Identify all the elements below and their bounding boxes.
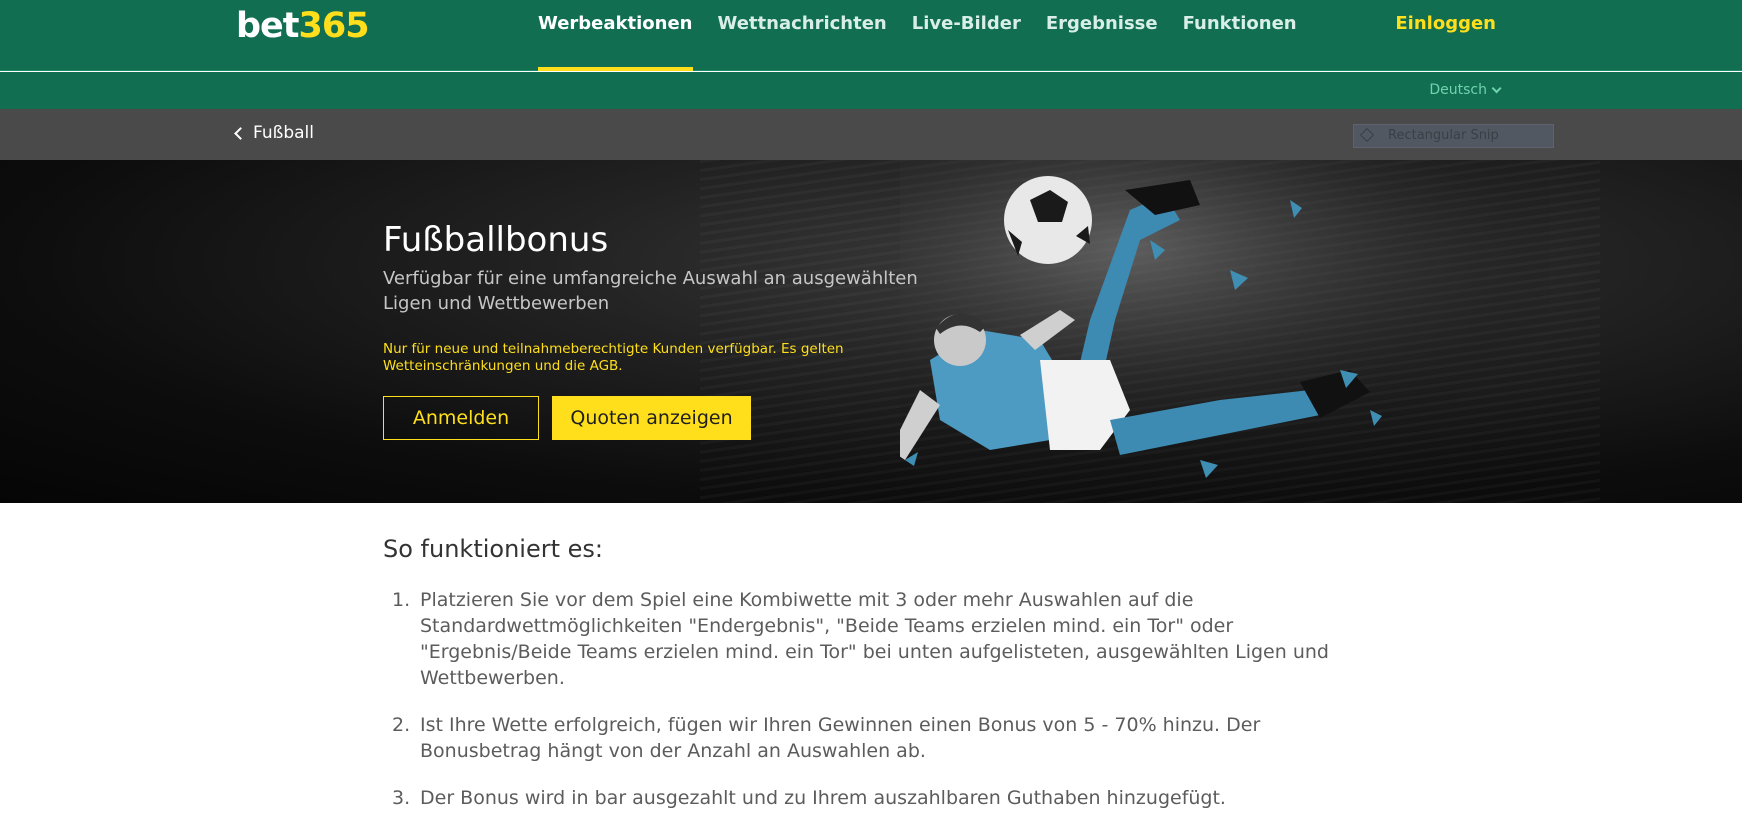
snip-icon (1359, 127, 1375, 143)
breadcrumb-back-link[interactable]: Fußball (234, 123, 314, 143)
register-button[interactable]: Anmelden (383, 396, 539, 440)
language-label: Deutsch (1429, 82, 1487, 98)
language-selector[interactable]: Deutsch (1429, 82, 1502, 98)
nav-wettnachrichten[interactable]: Wettnachrichten (718, 0, 887, 71)
step-text: Ist Ihre Wette erfolgreich, fügen wir Ih… (420, 714, 1261, 762)
bet365-logo[interactable]: bet365 (236, 6, 370, 46)
snip-label: Rectangular Snip (1388, 128, 1499, 143)
nav-funktionen[interactable]: Funktionen (1183, 0, 1297, 71)
list-item: 3. Der Bonus wird in bar ausgezahlt und … (383, 785, 1343, 811)
list-item: 2. Ist Ihre Wette erfolgreich, fügen wir… (383, 712, 1343, 764)
steps-list: 1. Platzieren Sie vor dem Spiel eine Kom… (383, 587, 1343, 832)
hero-banner: Fußballbonus Verfügbar für eine umfangre… (0, 160, 1742, 503)
nav-ergebnisse[interactable]: Ergebnisse (1046, 0, 1158, 71)
main-nav: Werbeaktionen Wettnachrichten Live-Bilde… (538, 0, 1322, 71)
step-number: 2. (392, 714, 411, 736)
list-item: 1. Platzieren Sie vor dem Spiel eine Kom… (383, 587, 1343, 691)
show-odds-button[interactable]: Quoten anzeigen (552, 396, 751, 440)
rectangular-snip-overlay: Rectangular Snip (1353, 124, 1554, 148)
hero-terms: Nur für neue und teilnahmeberechtigte Ku… (383, 341, 844, 374)
chevron-left-icon (234, 126, 247, 140)
breadcrumb-bar: Fußball Rectangular Snip (0, 109, 1742, 160)
football-player-image (900, 160, 1550, 503)
hero-title: Fußballbonus (383, 220, 609, 260)
nav-live-bilder[interactable]: Live-Bilder (912, 0, 1021, 71)
how-it-works-title: So funktioniert es: (383, 535, 603, 563)
breadcrumb-label: Fußball (253, 123, 314, 143)
login-link[interactable]: Einloggen (1395, 13, 1496, 34)
step-number: 1. (392, 589, 411, 611)
top-nav-bar: bet365 Werbeaktionen Wettnachrichten Liv… (0, 0, 1742, 71)
step-text: Der Bonus wird in bar ausgezahlt und zu … (420, 787, 1226, 809)
step-number: 3. (392, 787, 411, 809)
language-bar: Deutsch (0, 72, 1742, 109)
hero-subtitle: Verfügbar für eine umfangreiche Auswahl … (383, 268, 918, 314)
nav-werbeaktionen[interactable]: Werbeaktionen (538, 0, 693, 71)
step-text: Platzieren Sie vor dem Spiel eine Kombiw… (420, 589, 1329, 689)
chevron-down-icon (1491, 83, 1502, 94)
